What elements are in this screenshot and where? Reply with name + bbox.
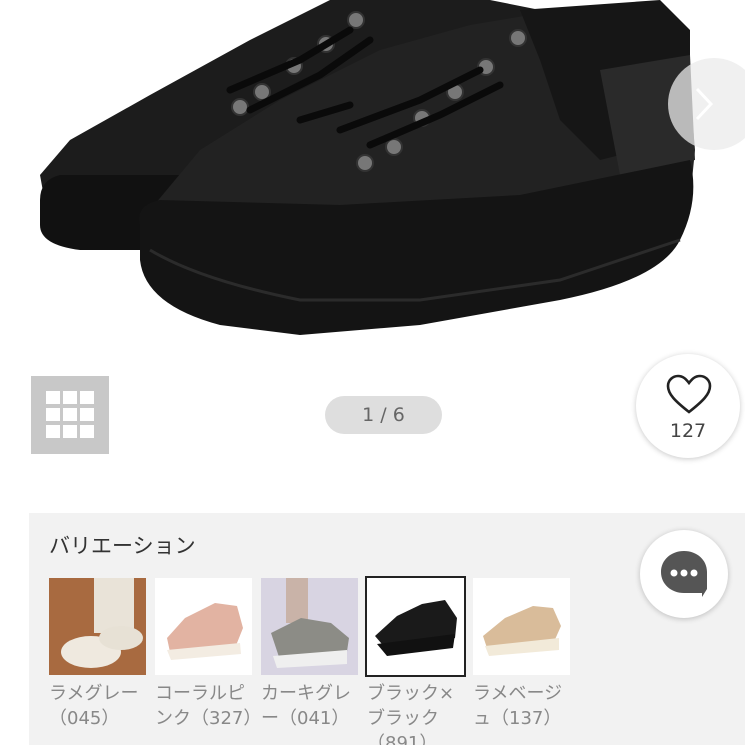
favorite-count: 127 <box>669 420 707 442</box>
variation-swatch-coral-pink[interactable] <box>155 578 252 675</box>
heart-icon <box>666 374 712 414</box>
swatch-thumbnail <box>49 578 146 675</box>
variation-panel: バリエーション ラメグレー（045） コーラルピンク（327） カーキグレー（0… <box>29 513 745 745</box>
variation-label: ラメベージュ（137） <box>473 683 563 729</box>
swatch-thumbnail <box>473 578 570 675</box>
product-photo <box>40 0 695 335</box>
grid-view-button[interactable] <box>31 376 109 454</box>
variation-label: ラメグレー（045） <box>49 683 139 729</box>
swatch-thumbnail <box>155 578 252 675</box>
variation-swatch-lame-gray[interactable] <box>49 578 146 675</box>
variation-label: コーラルピンク（327） <box>155 683 255 729</box>
swatch-thumbnail <box>261 578 358 675</box>
variation-swatch-khaki-gray[interactable] <box>261 578 358 675</box>
variation-label: カーキグレー（041） <box>261 683 351 729</box>
chevron-right-icon <box>695 87 714 121</box>
variation-title: バリエーション <box>49 534 196 558</box>
chat-button[interactable] <box>640 530 728 618</box>
swatch-thumbnail <box>367 578 464 675</box>
variation-swatch-lame-beige[interactable] <box>473 578 570 675</box>
variation-swatch-black-black[interactable] <box>365 576 466 677</box>
favorite-button[interactable]: 127 <box>636 354 740 458</box>
chat-icon <box>661 551 707 597</box>
product-image-viewer[interactable]: 1 / 6 <box>0 0 745 500</box>
image-counter: 1 / 6 <box>325 396 442 434</box>
variation-label: ブラック×ブラック（891） <box>367 683 455 745</box>
